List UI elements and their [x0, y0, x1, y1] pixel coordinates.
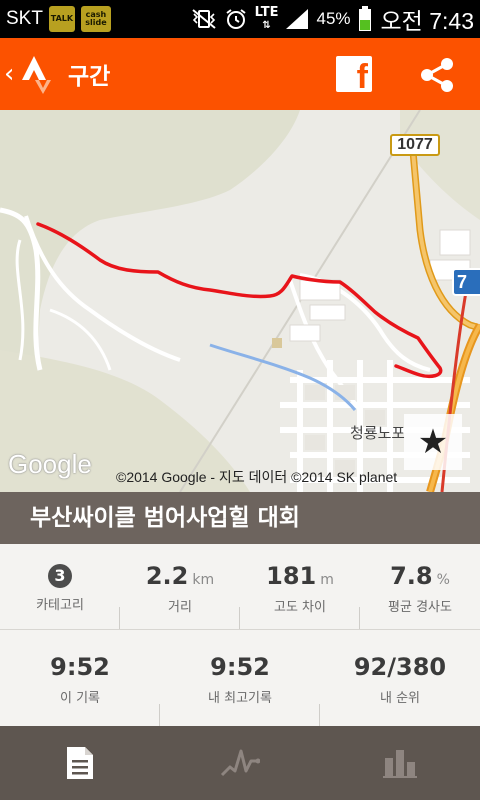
- stat-label: 거리: [168, 600, 192, 615]
- status-icons: LTE ⇅ 45% 오전 7:43: [191, 0, 474, 38]
- map-copyright: ©2014 Google - 지도 데이터 ©2014 SK planet: [116, 469, 398, 485]
- stat-value: 7.8: [390, 562, 433, 590]
- clock: 오전 7:43: [380, 8, 474, 34]
- network-type-label: LTE ⇅: [254, 4, 279, 31]
- stat-rank[interactable]: 92/380 내 순위: [320, 631, 480, 726]
- stat-label: 이 기록: [59, 691, 100, 706]
- stat-grade: 7.8% 평균 경사도: [360, 544, 480, 629]
- road-shield-1077: 1077: [390, 134, 440, 156]
- bar-chart-icon: [383, 750, 417, 778]
- stat-value: 9:52: [210, 653, 270, 681]
- stat-unit: km: [192, 572, 215, 588]
- stats-row-records: 9:52 이 기록 9:52 내 최고기록 92/380 내 순위: [0, 631, 480, 726]
- stat-unit: %: [436, 572, 450, 588]
- stat-label: 내 최고기록: [208, 691, 272, 706]
- battery-percent: 45%: [316, 9, 351, 28]
- stat-value: 92/380: [353, 653, 447, 681]
- bottom-nav: [0, 726, 480, 800]
- nav-tab-leaderboard[interactable]: [320, 726, 480, 800]
- stat-value: 181: [266, 562, 317, 590]
- status-bar: SKT TALK cash slide LTE ⇅ 45% 오전 7:43: [0, 0, 480, 38]
- stat-personal-record[interactable]: 9:52 내 최고기록: [160, 631, 320, 726]
- segment-title: 부산싸이클 범어사업힐 대회: [0, 492, 480, 544]
- stats-row-primary: 3 카테고리 2.2 km 거리 181 m 고도 차이 7.8% 평균 경사도: [0, 544, 480, 630]
- document-icon: [67, 747, 93, 779]
- strava-logo-icon[interactable]: [20, 54, 54, 94]
- signal-icon: [284, 7, 310, 31]
- map-place-label: 청룡노포: [350, 424, 406, 442]
- stat-value: 9:52: [50, 653, 110, 681]
- segment-stats: 3 카테고리 2.2 km 거리 181 m 고도 차이 7.8% 평균 경사도 9…: [0, 544, 480, 726]
- stat-label: 평균 경사도: [388, 600, 452, 615]
- back-chevron-icon[interactable]: ‹: [4, 59, 18, 89]
- page-title: 구간: [68, 64, 111, 90]
- battery-icon: [357, 6, 373, 31]
- google-logo: Google: [8, 449, 92, 479]
- segment-map[interactable]: 1077 7 청룡노포 ★ Google ©2014 Google - 지도 데…: [0, 110, 480, 492]
- road-shield-7: 7: [452, 268, 480, 296]
- vibrate-mute-icon: [191, 7, 217, 31]
- carrier-label: SKT: [6, 8, 43, 29]
- nav-tab-details[interactable]: [0, 726, 160, 800]
- stat-kom[interactable]: 9:52 이 기록: [0, 631, 160, 726]
- alarm-icon: [223, 7, 249, 31]
- facebook-share-icon[interactable]: f: [336, 56, 372, 94]
- star-segment-icon[interactable]: ★: [404, 414, 462, 470]
- pulse-icon: [220, 749, 260, 777]
- share-icon[interactable]: [418, 56, 456, 94]
- kakaotalk-icon: TALK: [48, 6, 75, 32]
- stat-category: 3 카테고리: [0, 544, 120, 629]
- stat-label: 카테고리: [36, 598, 84, 613]
- stat-label: 내 순위: [379, 691, 420, 706]
- stat-label: 고도 차이: [274, 600, 326, 615]
- stat-value: 2.2: [145, 562, 189, 590]
- nav-tab-activity[interactable]: [160, 726, 320, 800]
- category-badge: 3: [48, 564, 72, 588]
- stat-distance: 2.2 km 거리: [120, 544, 240, 629]
- action-bar: ‹ 구간 f: [0, 38, 480, 110]
- stat-elevation: 181 m 고도 차이: [240, 544, 360, 629]
- stat-unit: m: [320, 572, 334, 588]
- app-root: SKT TALK cash slide LTE⇅ 45% 오전 7:43 ‹: [0, 0, 480, 800]
- cashslide-icon: cash slide: [80, 6, 111, 32]
